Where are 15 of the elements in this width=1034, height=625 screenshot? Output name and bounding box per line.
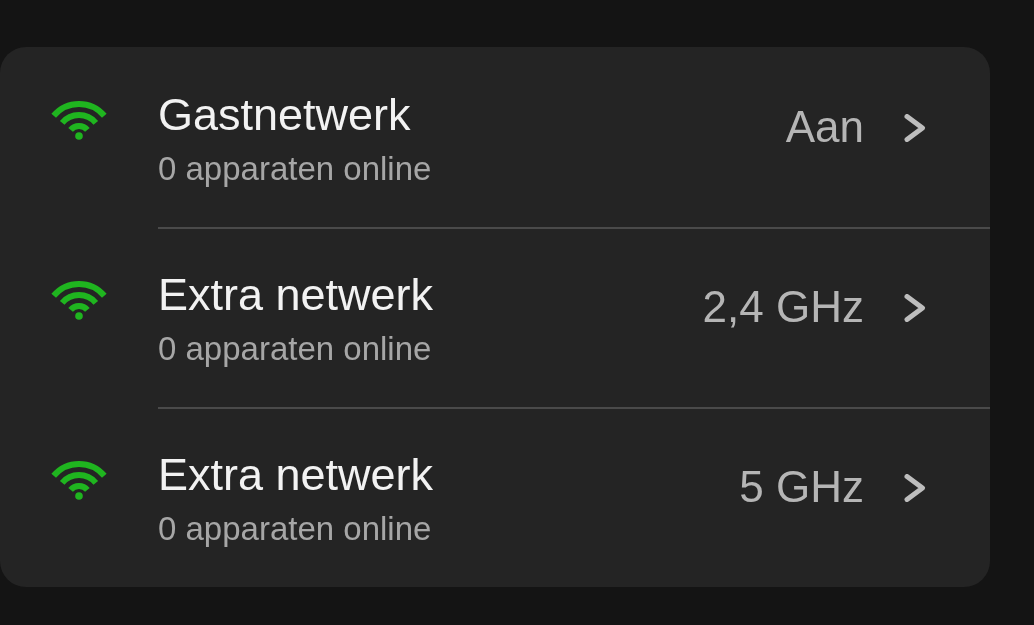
chevron-icon[interactable]	[904, 114, 926, 142]
chevron-icon[interactable]	[904, 294, 926, 322]
setting-value: 2,4 GHz	[702, 281, 864, 333]
chevron-icon[interactable]	[904, 474, 926, 502]
network-name: Gastnetwerk	[158, 89, 411, 141]
setting-value: 5 GHz	[739, 461, 864, 513]
wifi-icon	[51, 100, 107, 140]
device-count: 0 apparaten online	[158, 149, 432, 189]
wifi-icon	[51, 280, 107, 320]
device-count: 0 apparaten online	[158, 509, 432, 549]
device-count: 0 apparaten online	[158, 329, 432, 369]
setting-value: Aan	[785, 101, 864, 153]
wifi-icon	[51, 460, 107, 500]
network-name: Extra netwerk	[158, 269, 434, 321]
network-name: Extra netwerk	[158, 449, 434, 501]
